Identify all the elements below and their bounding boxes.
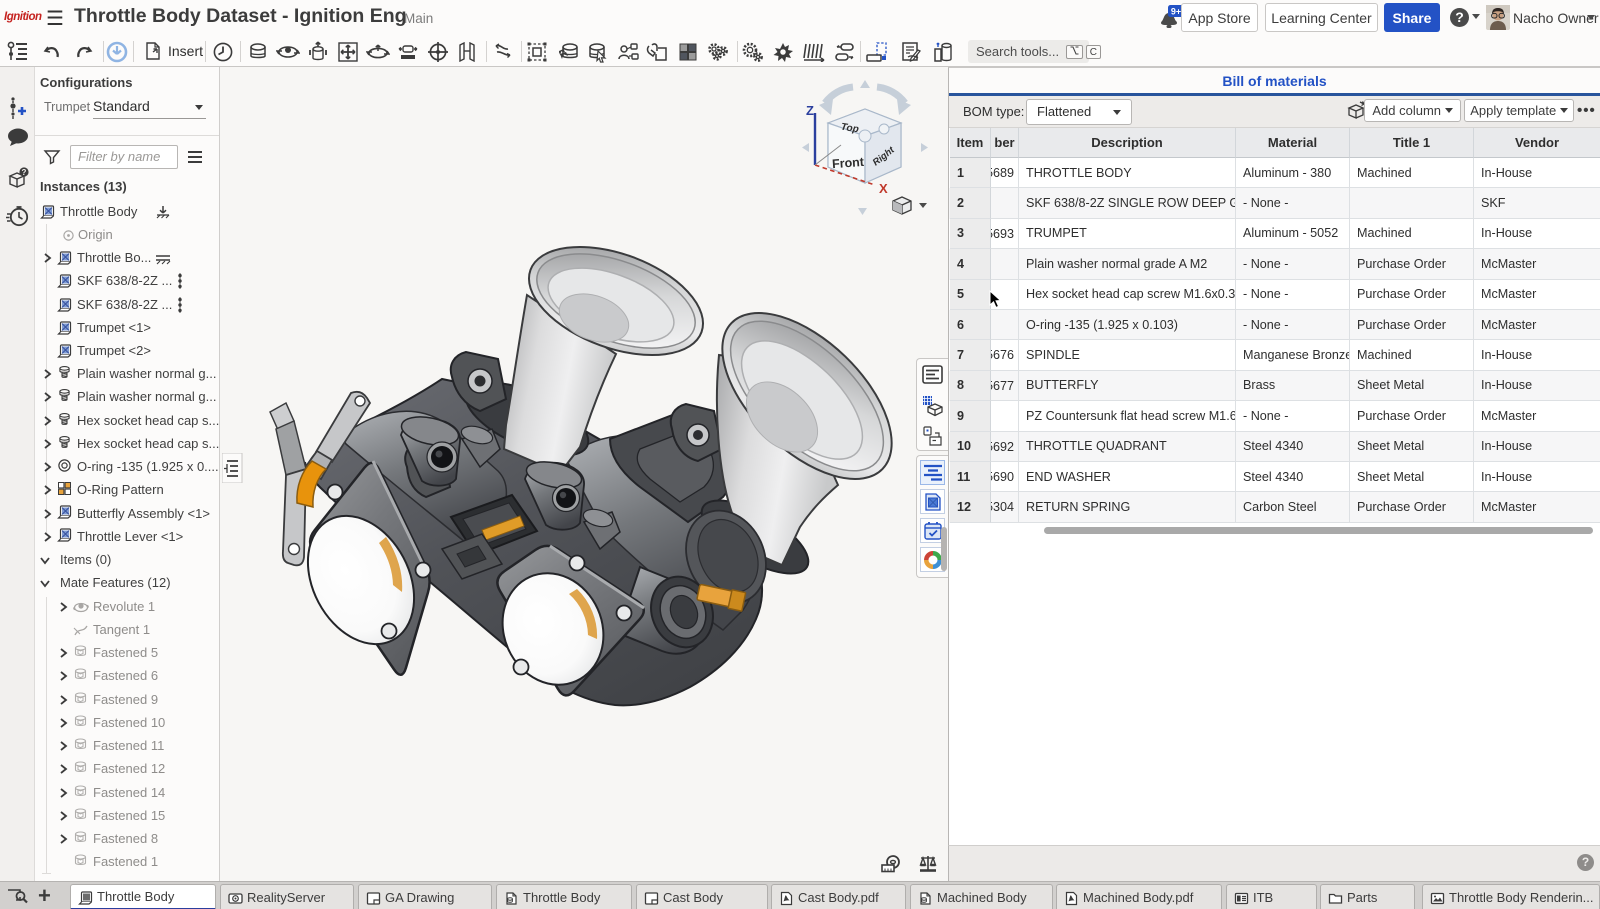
svg-text:9+: 9+	[1171, 7, 1181, 17]
svg-text:Z: Z	[806, 103, 814, 118]
svg-text:Front: Front	[832, 155, 866, 171]
svg-text:X: X	[879, 181, 888, 196]
svg-text:?: ?	[22, 168, 27, 177]
